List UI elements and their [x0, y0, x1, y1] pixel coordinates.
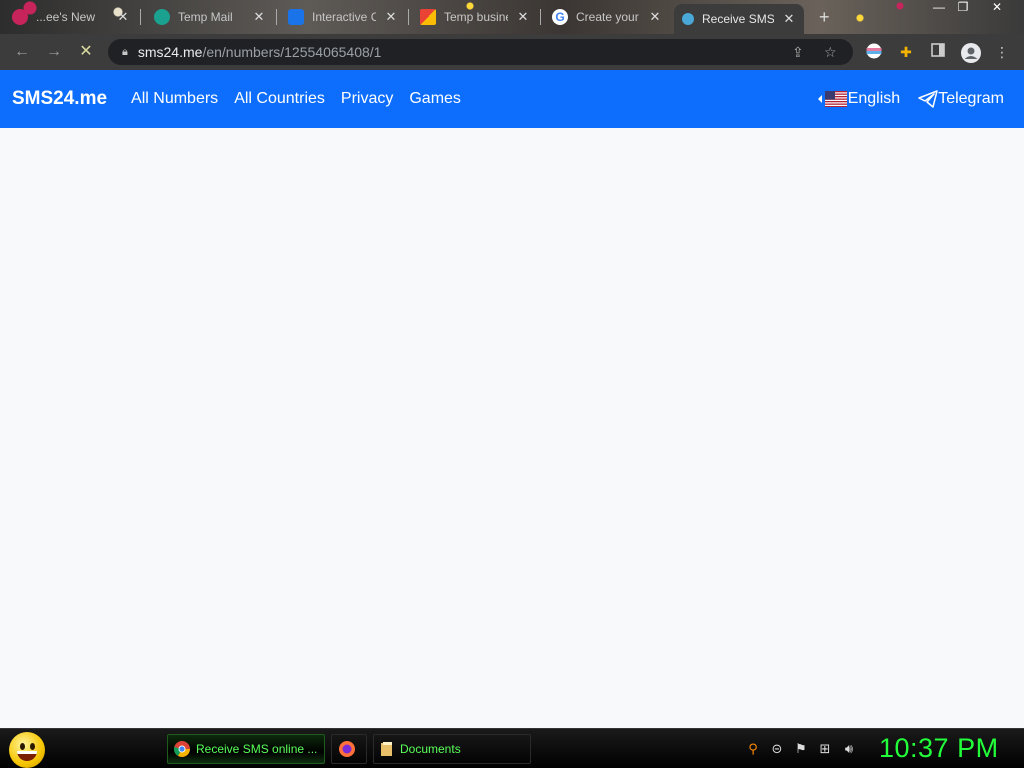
back-arrow-icon[interactable]: ←: [12, 42, 32, 62]
gmail-favicon-icon: [420, 9, 436, 25]
browser-tab[interactable]: Temp Mail ✕: [146, 4, 274, 30]
firefox-icon: [339, 741, 355, 757]
web-page: SMS24.me All Numbers All Countries Priva…: [0, 70, 1024, 728]
telegram-link[interactable]: Telegram: [918, 90, 1004, 108]
start-button[interactable]: [9, 732, 45, 768]
site-navbar: SMS24.me All Numbers All Countries Priva…: [0, 70, 1024, 128]
close-icon[interactable]: ✕: [252, 9, 266, 25]
play-favicon-icon: [288, 9, 304, 25]
taskbar-firefox-button[interactable]: [331, 734, 367, 764]
smiley-eye: [20, 743, 25, 750]
google-favicon-icon: G: [552, 9, 568, 25]
action-center-flag-icon[interactable]: ⚑: [793, 741, 809, 757]
volume-icon[interactable]: 🔊︎: [841, 741, 857, 757]
address-bar[interactable]: 🔒︎ sms24.me/en/numbers/12554065408/1 ⇪ ☆: [108, 39, 853, 65]
tab-title: ...ee's New: [36, 10, 95, 24]
browser-tab[interactable]: ...ee's New ✕: [4, 4, 138, 30]
taskbar-chrome-button[interactable]: Receive SMS online ...: [167, 734, 325, 764]
close-icon[interactable]: ✕: [116, 9, 130, 25]
tempmail-favicon-icon: [154, 9, 170, 25]
smiley-eye: [30, 743, 35, 750]
site-brand[interactable]: SMS24.me: [12, 88, 107, 110]
nav-games[interactable]: Games: [409, 90, 461, 108]
nav-all-numbers[interactable]: All Numbers: [131, 90, 218, 108]
browser-tab[interactable]: Temp busine ✕: [412, 4, 538, 30]
taskbar-clock[interactable]: 10:37 PM: [879, 733, 999, 764]
share-icon[interactable]: ⇪: [792, 44, 804, 61]
close-icon[interactable]: ✕: [782, 11, 796, 27]
taskbar: Receive SMS online ... Documents ⚲ ⊝ ⚑ ⊞…: [0, 728, 1024, 768]
us-flag-icon: [824, 91, 847, 107]
lock-icon: 🔒︎: [122, 45, 128, 58]
close-icon[interactable]: ✕: [516, 9, 530, 25]
maximize-icon[interactable]: ❐: [952, 0, 974, 16]
telegram-plane-icon: [918, 90, 938, 108]
browser-toolbar: ← → ✕ 🔒︎ sms24.me/en/numbers/12554065408…: [0, 34, 1024, 70]
network-icon[interactable]: ⊞: [817, 741, 833, 757]
menu-kebab-icon[interactable]: ⋮: [993, 43, 1011, 61]
nav-all-countries[interactable]: All Countries: [234, 90, 325, 108]
new-tab-button[interactable]: +: [819, 7, 830, 28]
nav-privacy[interactable]: Privacy: [341, 90, 393, 108]
browser-tab[interactable]: Interactive C ✕: [280, 4, 406, 30]
forward-arrow-icon[interactable]: →: [44, 42, 64, 62]
side-panel-icon[interactable]: [929, 43, 947, 61]
tab-strip: ...ee's New ✕ Temp Mail ✕ Interactive C …: [0, 0, 1024, 34]
browser-tab[interactable]: G Create your ✕: [544, 4, 670, 30]
language-selector[interactable]: English: [817, 90, 901, 108]
telegram-label: Telegram: [938, 90, 1004, 107]
close-window-icon[interactable]: ✕: [986, 0, 1008, 16]
tab-title: Temp busine: [444, 10, 508, 24]
url-host: sms24.me: [137, 44, 203, 60]
close-icon[interactable]: ✕: [648, 9, 662, 25]
stop-loading-icon[interactable]: ✕: [76, 42, 96, 62]
tab-title: Interactive C: [312, 10, 376, 24]
taskbar-documents-label: Documents: [400, 742, 461, 756]
tab-title: Receive SMS: [702, 12, 774, 26]
close-icon[interactable]: ✕: [384, 9, 398, 25]
search-icon[interactable]: ⚲: [745, 741, 761, 757]
caret-left-icon: [817, 95, 822, 103]
red-favicon-icon: [12, 9, 28, 25]
messenger-icon[interactable]: ⊝: [769, 741, 785, 757]
browser-tab-active[interactable]: Receive SMS ✕: [674, 4, 804, 34]
chrome-icon: [174, 741, 190, 757]
profile-avatar-icon[interactable]: [961, 43, 981, 63]
extensions-puzzle-icon[interactable]: ✚: [897, 43, 915, 61]
tab-title: Create your: [576, 10, 639, 24]
taskbar-chrome-label: Receive SMS online ...: [196, 742, 318, 756]
smiley-mouth: [17, 751, 37, 761]
bookmark-star-icon[interactable]: ☆: [824, 44, 837, 61]
tab-title: Temp Mail: [178, 10, 233, 24]
minimize-icon[interactable]: —: [928, 0, 950, 16]
language-label: English: [847, 90, 901, 107]
taskbar-documents-button[interactable]: Documents: [373, 734, 531, 764]
extension-flag-icon[interactable]: [865, 43, 883, 61]
url-path: /en/numbers/12554065408/1: [202, 44, 382, 60]
folder-icon: [381, 742, 392, 756]
sms24-favicon-icon: [682, 13, 694, 25]
